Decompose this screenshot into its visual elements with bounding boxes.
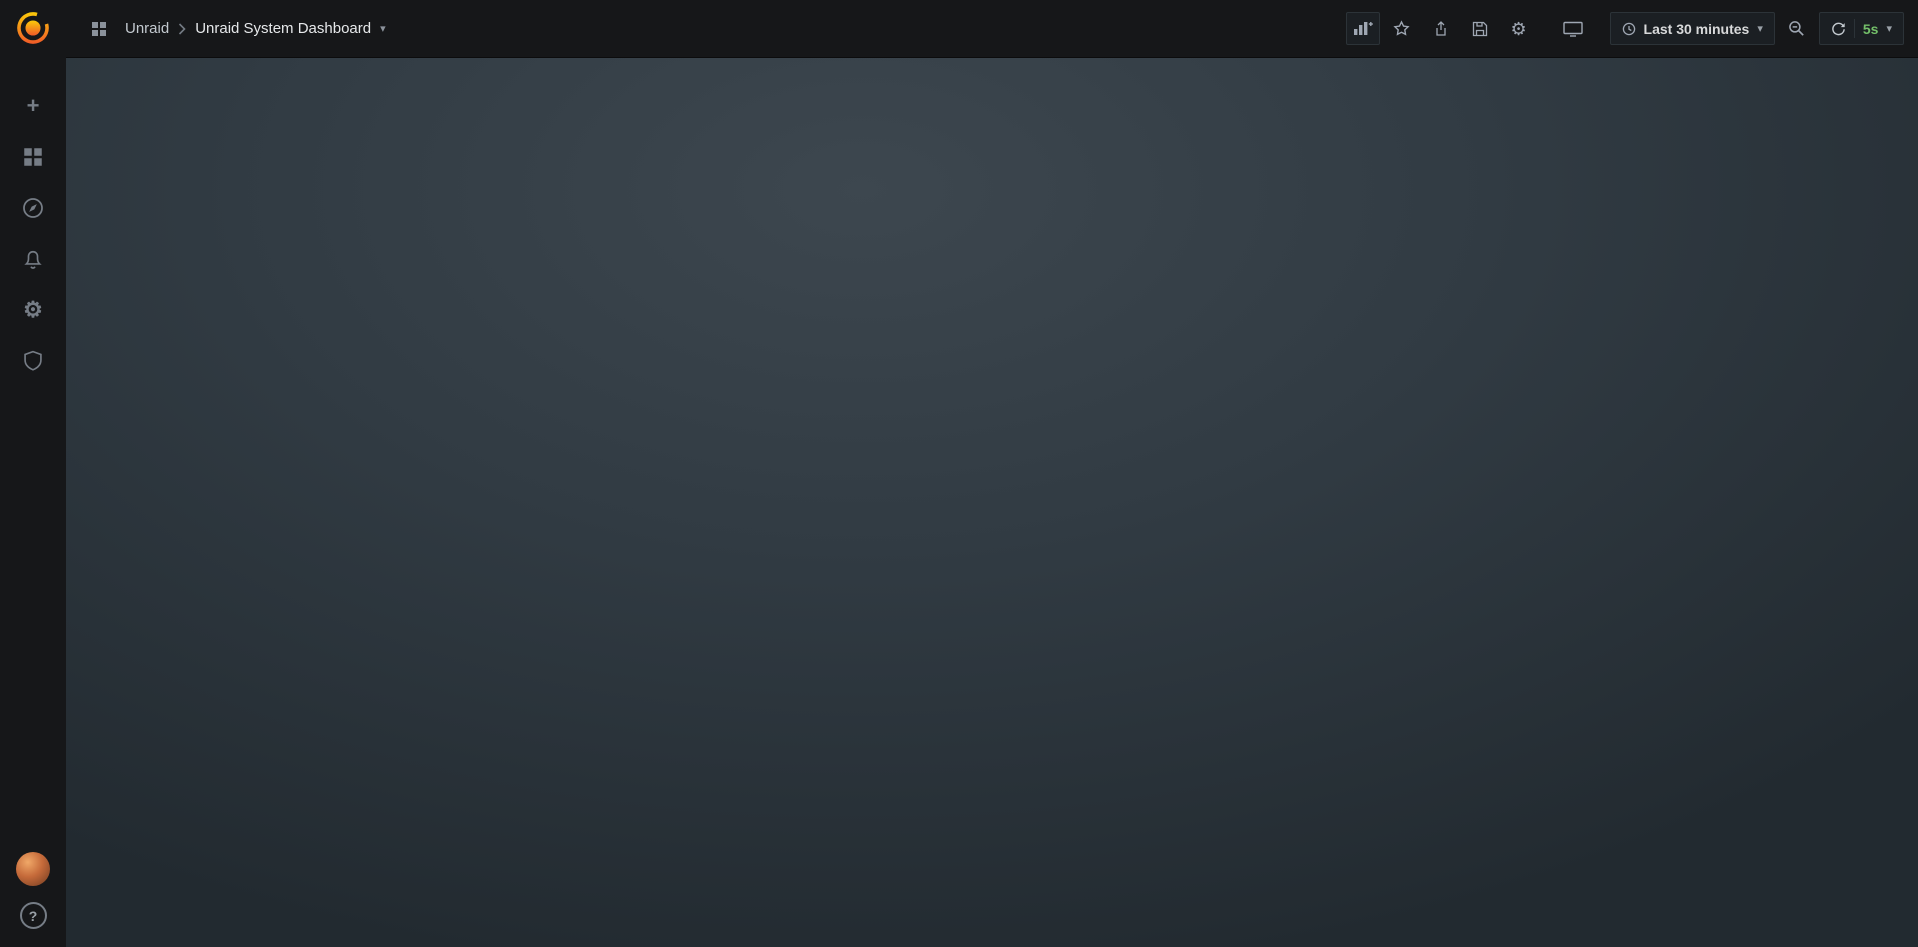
cycle-view-monitor-icon[interactable]: [1556, 12, 1590, 45]
time-range-picker[interactable]: Last 30 minutes ▾: [1610, 12, 1775, 45]
star-dashboard-button[interactable]: [1385, 12, 1419, 45]
sidebar: + ⚙ ?: [0, 0, 66, 947]
alerting-bell-icon[interactable]: [21, 247, 45, 271]
navbar-actions: ⚙ Last 30 minutes ▾: [1346, 12, 1904, 45]
refresh-interval-label[interactable]: 5s: [1863, 21, 1879, 37]
save-dashboard-button[interactable]: [1463, 12, 1497, 45]
dashboard-settings-gear-icon[interactable]: ⚙: [1502, 12, 1536, 45]
server-admin-shield-icon[interactable]: [21, 349, 45, 373]
configuration-gear-icon[interactable]: ⚙: [21, 298, 45, 322]
explore-compass-icon[interactable]: [21, 196, 45, 220]
clock-icon: [1622, 22, 1636, 36]
dashboard-title[interactable]: Unraid System Dashboard: [195, 20, 371, 37]
caret-down-icon[interactable]: ▾: [380, 22, 386, 35]
refresh-picker[interactable]: 5s ▾: [1819, 12, 1904, 45]
top-navbar: Unraid Unraid System Dashboard ▾: [66, 0, 1918, 58]
dashboard-canvas: kWh Price 0.65 ▾ Currency kr ▾ UPS Max O…: [66, 58, 97, 72]
dashboards-icon[interactable]: [21, 145, 45, 169]
zoom-out-icon[interactable]: [1780, 12, 1814, 45]
caret-down-icon: ▾: [1886, 22, 1892, 35]
share-dashboard-button[interactable]: [1424, 12, 1458, 45]
refresh-icon[interactable]: [1831, 21, 1846, 36]
breadcrumb-app[interactable]: Unraid: [125, 20, 169, 37]
apps-grid-icon[interactable]: [82, 12, 116, 45]
caret-down-icon: ▾: [1757, 22, 1763, 35]
help-icon[interactable]: ?: [20, 902, 47, 929]
time-range-label: Last 30 minutes: [1644, 21, 1750, 37]
add-panel-button[interactable]: [1346, 12, 1380, 45]
user-avatar[interactable]: [16, 852, 50, 886]
breadcrumb: Unraid Unraid System Dashboard ▾: [82, 12, 386, 45]
chevron-right-icon: [178, 23, 186, 35]
main-area: Unraid Unraid System Dashboard ▾: [66, 0, 1918, 947]
grafana-logo-icon[interactable]: [14, 9, 52, 50]
add-icon[interactable]: +: [21, 94, 45, 118]
grafana-app: + ⚙ ? Unr: [0, 0, 1918, 947]
